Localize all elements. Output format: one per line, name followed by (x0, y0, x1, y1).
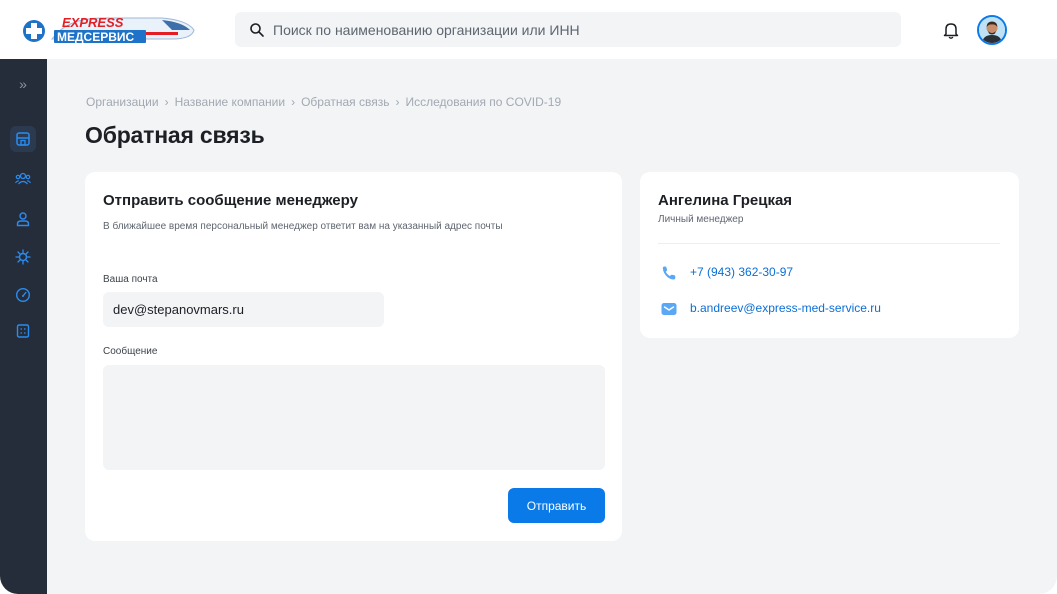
search-bar[interactable] (235, 12, 901, 47)
form-title: Отправить сообщение менеджеру (103, 192, 358, 209)
manager-role: Личный менеджер (658, 214, 744, 225)
email-label: Ваша почта (103, 274, 158, 285)
message-label: Сообщение (103, 346, 158, 357)
sidebar-item-documents[interactable] (10, 318, 36, 344)
manager-name: Ангелина Грецкая (658, 192, 793, 209)
sidebar-item-groups[interactable] (10, 166, 36, 192)
top-header: EXPRESS МЕДСЕРВИС (0, 0, 1057, 59)
user-avatar[interactable] (977, 15, 1007, 45)
feedback-form-card: Отправить сообщение менеджеру В ближайше… (85, 172, 622, 541)
express-medservice-logo[interactable]: EXPRESS МЕДСЕРВИС (22, 12, 197, 48)
page-title: Обратная связь (85, 122, 265, 148)
logo-express-text: EXPRESS (62, 15, 124, 30)
form-subtitle: В ближайшее время персональный менеджер … (103, 221, 503, 232)
breadcrumb-item[interactable]: Обратная связь (301, 95, 389, 109)
manager-email[interactable]: b.andreev@express-med-service.ru (690, 301, 881, 315)
document-icon (16, 324, 30, 338)
user-icon (16, 212, 30, 227)
sidebar-expand-icon[interactable]: » (13, 76, 33, 92)
manager-phone[interactable]: +7 (943) 362-30-97 (690, 265, 793, 279)
app-window: EXPRESS МЕДСЕРВИС Поиск по наименованию … (0, 0, 1057, 594)
logo-medservice-text: МЕДСЕРВИС (57, 30, 135, 44)
send-button[interactable]: Отправить (508, 488, 605, 523)
breadcrumb: Организации › Название компании › Обратная с… (86, 95, 561, 109)
sidebar: » (0, 59, 47, 594)
breadcrumb-item[interactable]: Организации (86, 95, 159, 109)
phone-icon (662, 266, 676, 280)
virus-icon (15, 249, 31, 265)
breadcrumb-item[interactable]: Название компании (175, 95, 285, 109)
breadcrumb-separator: › (291, 95, 296, 109)
breadcrumb-item-current: Исследования по COVID-19 (405, 95, 562, 109)
message-field[interactable] (103, 365, 605, 470)
sidebar-item-profile[interactable] (10, 206, 36, 232)
search-input[interactable] (273, 12, 873, 47)
divider (658, 243, 1000, 244)
breadcrumb-separator: › (164, 95, 169, 109)
organization-icon (16, 132, 30, 146)
search-icon (250, 23, 264, 37)
sidebar-item-analytics[interactable] (10, 282, 36, 308)
mail-icon (661, 303, 677, 315)
sidebar-item-covid[interactable] (10, 244, 36, 270)
manager-card: Ангелина Грецкая Личный менеджер +7 (943… (640, 172, 1019, 338)
email-field[interactable] (103, 292, 384, 327)
users-icon (15, 172, 31, 185)
breadcrumb-separator: › (395, 95, 400, 109)
gauge-icon (15, 287, 31, 303)
sidebar-item-organizations[interactable] (10, 126, 36, 152)
notification-bell-icon[interactable] (943, 21, 959, 39)
